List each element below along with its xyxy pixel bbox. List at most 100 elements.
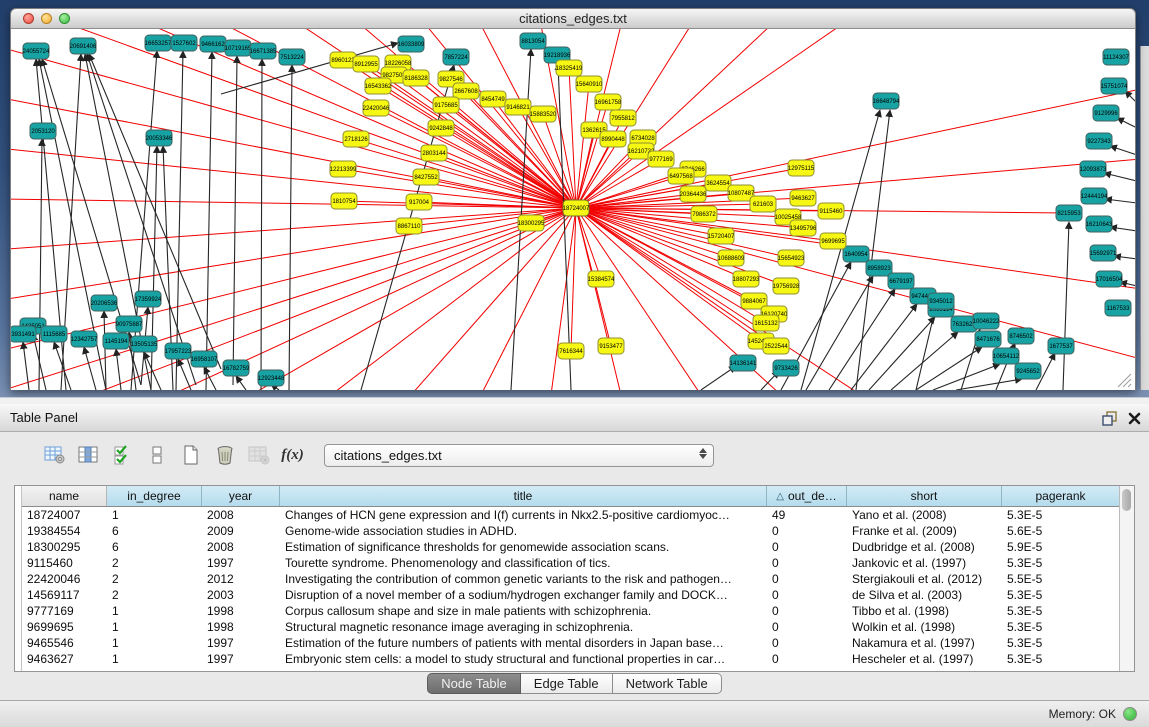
cell-pagerank[interactable]: 5.3E-5 xyxy=(1002,651,1119,667)
graph-node[interactable]: 8427552 xyxy=(413,169,439,185)
graph-node[interactable]: 8813054 xyxy=(520,33,546,49)
graph-node[interactable]: 16210643 xyxy=(1086,216,1113,232)
table-row[interactable]: 1872400712008Changes of HCN gene express… xyxy=(22,507,1119,523)
graph-node[interactable]: 1527602 xyxy=(171,35,197,51)
graph-node[interactable]: 17016504 xyxy=(1096,271,1123,287)
cell-name[interactable]: 22420046 xyxy=(22,571,107,587)
graph-node[interactable]: 9129996 xyxy=(1093,105,1119,121)
graph-node[interactable]: 1677537 xyxy=(1048,338,1074,354)
graph-node[interactable]: 12093873 xyxy=(1080,161,1107,177)
cell-short[interactable]: de Silva et al. (2003) xyxy=(847,587,1002,603)
graph-node[interactable]: 1615132 xyxy=(753,315,779,331)
graph-node[interactable]: 9777169 xyxy=(648,151,674,167)
cell-title[interactable]: Structural magnetic resonance image aver… xyxy=(280,619,767,635)
cell-year[interactable]: 1997 xyxy=(202,635,280,651)
graph-node[interactable]: 15640910 xyxy=(576,76,603,92)
cell-short[interactable]: Franke et al. (2009) xyxy=(847,523,1002,539)
cell-pagerank[interactable]: 5.3E-5 xyxy=(1002,635,1119,651)
graph-node[interactable]: 1115685 xyxy=(41,326,67,342)
cell-in_degree[interactable]: 2 xyxy=(107,555,202,571)
column-header-year[interactable]: year xyxy=(202,486,280,506)
cell-title[interactable]: Estimation of the future numbers of pati… xyxy=(280,635,767,651)
cell-year[interactable]: 2008 xyxy=(202,539,280,555)
graph-node[interactable]: 9115460 xyxy=(818,203,844,219)
graph-node[interactable]: 9345012 xyxy=(928,293,954,309)
cell-title[interactable]: Corpus callosum shape and size in male p… xyxy=(280,603,767,619)
cell-out_degree[interactable]: 0 xyxy=(767,571,847,587)
graph-node[interactable]: 9245652 xyxy=(1015,363,1041,379)
cell-out_degree[interactable]: 0 xyxy=(767,555,847,571)
graph-node[interactable]: 16648794 xyxy=(873,93,900,109)
cell-short[interactable]: Tibbo et al. (1998) xyxy=(847,603,1002,619)
cell-pagerank[interactable]: 5.9E-5 xyxy=(1002,539,1119,555)
graph-node[interactable]: 9242848 xyxy=(428,120,454,136)
graph-node[interactable]: 12213399 xyxy=(330,161,357,177)
cell-pagerank[interactable]: 5.3E-5 xyxy=(1002,619,1119,635)
cell-year[interactable]: 1997 xyxy=(202,555,280,571)
graph-node[interactable]: 12342757 xyxy=(71,331,98,347)
cell-year[interactable]: 2009 xyxy=(202,523,280,539)
graph-node[interactable]: 20053346 xyxy=(146,130,173,146)
cell-short[interactable]: Nakamura et al. (1997) xyxy=(847,635,1002,651)
graph-node[interactable]: 19756928 xyxy=(773,278,800,294)
graph-node[interactable]: 2522544 xyxy=(763,338,789,354)
close-window-button[interactable] xyxy=(23,13,34,24)
graph-node[interactable]: 13505135 xyxy=(131,336,158,352)
graph-node[interactable]: 1640954 xyxy=(843,246,869,262)
table-row[interactable]: 946362711997Embryonic stem cells: a mode… xyxy=(22,651,1119,667)
graph-node[interactable]: 917004 xyxy=(406,194,432,210)
graph-node[interactable]: 8990448 xyxy=(600,131,626,147)
row-height-button[interactable] xyxy=(142,441,171,470)
graph-node[interactable]: 15720407 xyxy=(708,228,735,244)
cell-out_degree[interactable]: 0 xyxy=(767,603,847,619)
graph-node[interactable]: 16653257 xyxy=(145,35,172,51)
graph-node[interactable]: 8471676 xyxy=(975,331,1001,347)
cell-pagerank[interactable]: 5.3E-5 xyxy=(1002,603,1119,619)
graph-node[interactable]: 3931491 xyxy=(11,326,36,342)
cell-name[interactable]: 18300295 xyxy=(22,539,107,555)
graph-node[interactable]: 7955812 xyxy=(610,110,636,126)
table-row[interactable]: 2242004622012Investigating the contribut… xyxy=(22,571,1119,587)
table-row[interactable]: 1830029562008Estimation of significance … xyxy=(22,539,1119,555)
citation-network-graph[interactable]: 2405572420691406166532571527602946616210… xyxy=(11,29,1135,390)
cell-title[interactable]: Tourette syndrome. Phenomenology and cla… xyxy=(280,555,767,571)
graph-node[interactable]: 9699695 xyxy=(820,233,846,249)
graph-node[interactable]: 8960123 xyxy=(330,52,356,68)
graph-node[interactable]: 7986372 xyxy=(691,206,717,222)
graph-node[interactable]: 17957223 xyxy=(165,343,192,359)
graph-node[interactable]: 9227343 xyxy=(1086,133,1112,149)
graph-node[interactable]: 7857224 xyxy=(443,49,469,65)
graph-node[interactable]: 7616344 xyxy=(558,343,584,359)
graph-node[interactable]: 8912955 xyxy=(353,56,379,72)
graph-node[interactable]: 18807293 xyxy=(733,271,760,287)
graph-node[interactable]: 16543362 xyxy=(365,78,392,94)
close-panel-button[interactable] xyxy=(1128,412,1141,425)
cell-pagerank[interactable]: 5.3E-5 xyxy=(1002,587,1119,603)
cell-title[interactable]: Estimation of significance thresholds fo… xyxy=(280,539,767,555)
cell-short[interactable]: Yano et al. (2008) xyxy=(847,507,1002,523)
table-row[interactable]: 911546021997Tourette syndrome. Phenomeno… xyxy=(22,555,1119,571)
cell-pagerank[interactable]: 5.3E-5 xyxy=(1002,555,1119,571)
cell-name[interactable]: 9463627 xyxy=(22,651,107,667)
cell-out_degree[interactable]: 0 xyxy=(767,635,847,651)
graph-node[interactable]: 8867110 xyxy=(396,218,422,234)
graph-node[interactable]: 15883520 xyxy=(530,106,557,122)
cell-name[interactable]: 9115460 xyxy=(22,555,107,571)
cell-title[interactable]: Embryonic stem cells: a model to study s… xyxy=(280,651,767,667)
cell-in_degree[interactable]: 1 xyxy=(107,635,202,651)
cell-short[interactable]: Wolkin et al. (1998) xyxy=(847,619,1002,635)
graph-node[interactable]: 9175685 xyxy=(433,97,459,113)
cell-name[interactable]: 18724007 xyxy=(22,507,107,523)
graph-node[interactable]: 22420046 xyxy=(363,100,390,116)
graph-node[interactable]: 11124307 xyxy=(1103,49,1130,65)
cell-name[interactable]: 14569117 xyxy=(22,587,107,603)
network-view-window[interactable]: citations_edges.txt 24055724206914061665… xyxy=(10,8,1136,390)
graph-node[interactable]: 15751074 xyxy=(1101,78,1128,94)
graph-node[interactable]: 16961758 xyxy=(595,94,622,110)
cell-title[interactable]: Disruption of a novel member of a sodium… xyxy=(280,587,767,603)
graph-node[interactable]: 6497568 xyxy=(668,168,694,184)
graph-node[interactable]: 18300295 xyxy=(518,215,545,231)
new-table-button[interactable] xyxy=(176,441,205,470)
graph-node[interactable]: 1810754 xyxy=(331,193,357,209)
cell-short[interactable]: Stergiakouli et al. (2012) xyxy=(847,571,1002,587)
